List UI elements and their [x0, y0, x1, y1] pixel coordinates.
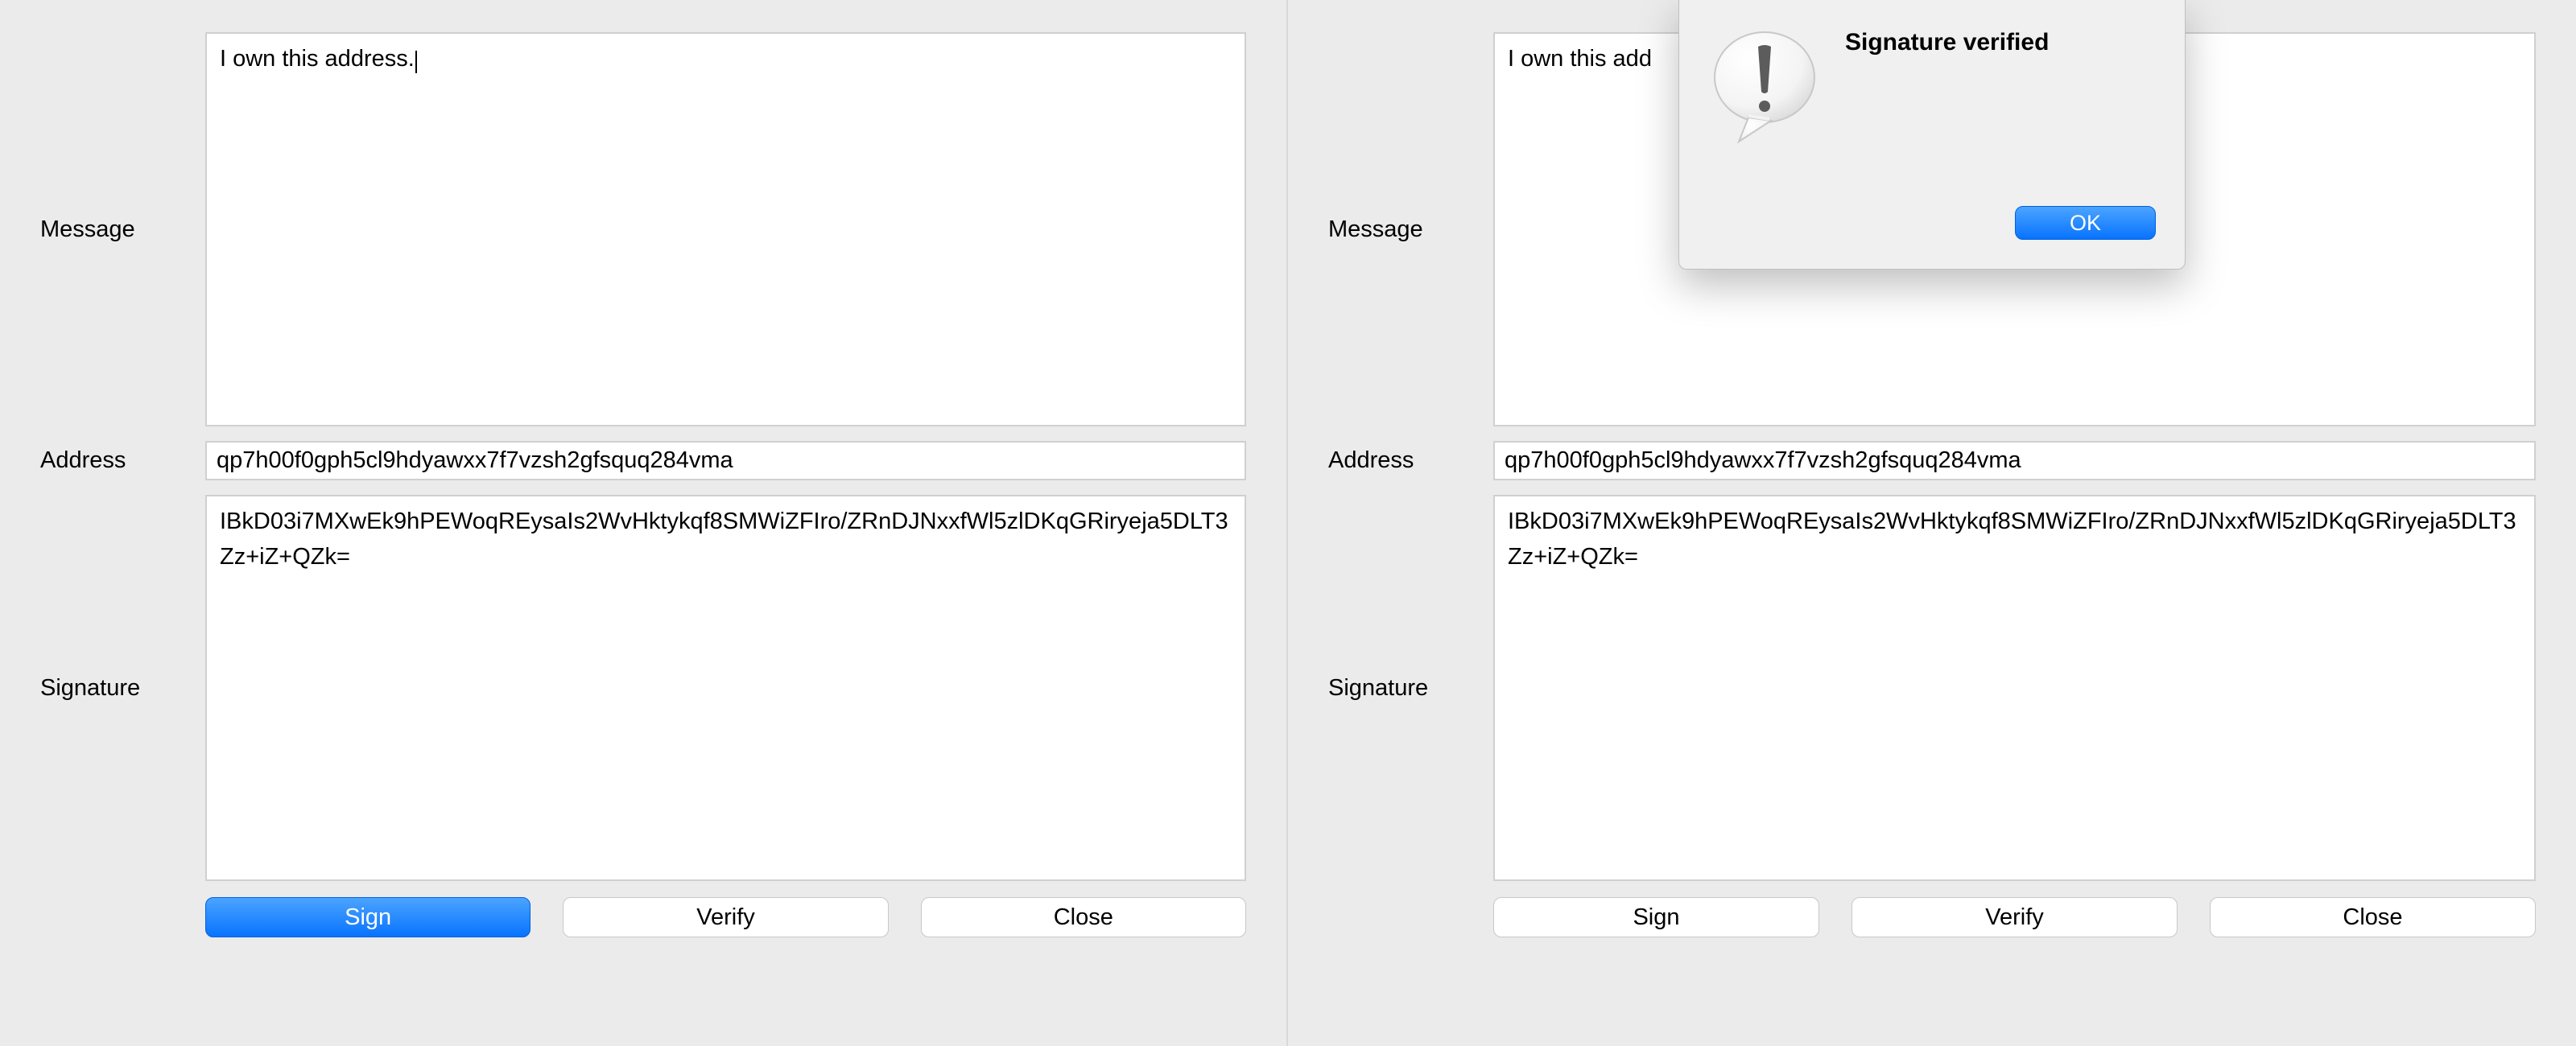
alert-content: Signature verified: [1708, 24, 2156, 150]
ok-button[interactable]: OK: [2015, 206, 2156, 240]
message-label: Message: [1328, 216, 1493, 243]
address-input[interactable]: [205, 441, 1246, 480]
action-buttons: Sign Verify Close: [1493, 897, 2536, 937]
address-row: Address: [40, 441, 1246, 480]
sign-verify-panel-right: Message I own this add Address Signature…: [1288, 0, 2576, 1046]
signature-row: Signature IBkD03i7MXwEk9hPEWoqREysaIs2Wv…: [1328, 495, 2536, 881]
close-button[interactable]: Close: [2210, 897, 2536, 937]
signature-text: IBkD03i7MXwEk9hPEWoqREysaIs2WvHktykqf8SM…: [220, 509, 1228, 570]
alert-title: Signature verified: [1845, 24, 2049, 56]
address-input[interactable]: [1493, 441, 2536, 480]
verify-button[interactable]: Verify: [1852, 897, 2178, 937]
sign-verify-panel-left: Message I own this address. Address Sign…: [0, 0, 1288, 1046]
message-label: Message: [40, 216, 205, 243]
alert-icon-wrap: [1708, 24, 1821, 150]
sign-button[interactable]: Sign: [1493, 897, 1819, 937]
signature-input[interactable]: IBkD03i7MXwEk9hPEWoqREysaIs2WvHktykqf8SM…: [205, 495, 1246, 881]
signature-label: Signature: [1328, 675, 1493, 702]
message-input[interactable]: I own this address.: [205, 32, 1246, 426]
alert-dialog: Signature verified OK: [1678, 0, 2186, 270]
sign-button[interactable]: Sign: [205, 897, 530, 937]
signature-row: Signature IBkD03i7MXwEk9hPEWoqREysaIs2Wv…: [40, 495, 1246, 881]
close-button[interactable]: Close: [921, 897, 1246, 937]
signature-input[interactable]: IBkD03i7MXwEk9hPEWoqREysaIs2WvHktykqf8SM…: [1493, 495, 2536, 881]
address-row: Address: [1328, 441, 2536, 480]
message-text: I own this add: [1508, 46, 1652, 72]
signature-label: Signature: [40, 675, 205, 702]
action-buttons: Sign Verify Close: [205, 897, 1246, 937]
alert-actions: OK: [1708, 206, 2156, 240]
exclamation-icon: [1708, 29, 1821, 150]
message-text: I own this address.: [220, 46, 415, 72]
address-label: Address: [1328, 447, 1493, 474]
verify-button[interactable]: Verify: [563, 897, 888, 937]
address-label: Address: [40, 447, 205, 474]
text-caret: [415, 51, 417, 73]
message-row: Message I own this address.: [40, 32, 1246, 426]
signature-text: IBkD03i7MXwEk9hPEWoqREysaIs2WvHktykqf8SM…: [1508, 509, 2516, 570]
